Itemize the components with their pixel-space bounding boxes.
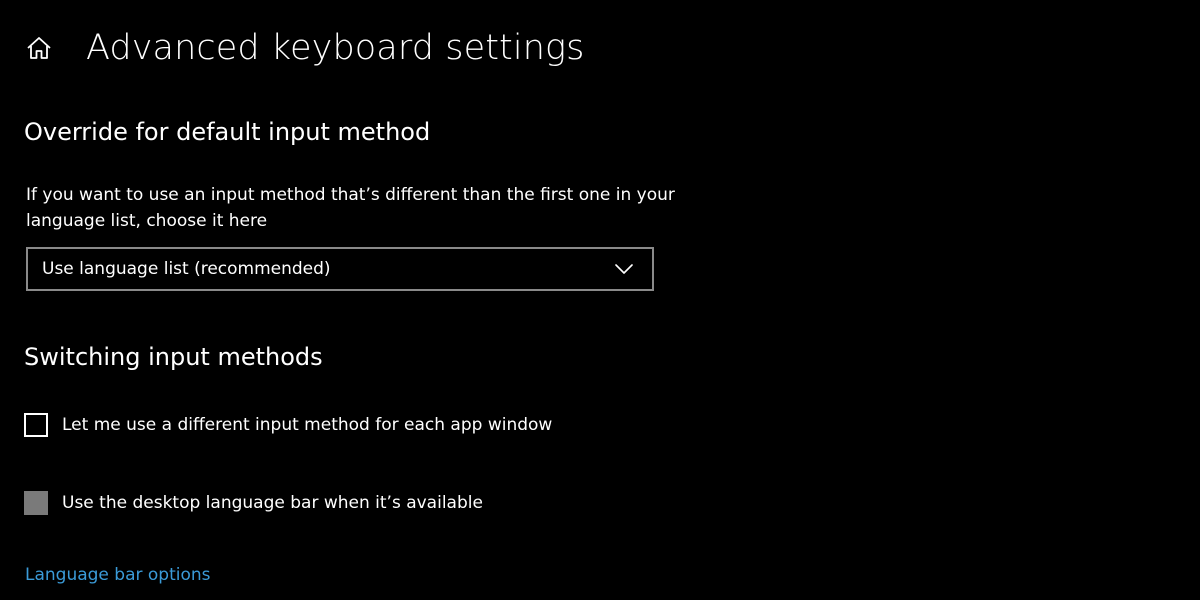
language-bar-options-link[interactable]: Language bar options (25, 565, 211, 585)
override-description: If you want to use an input method that’… (26, 185, 675, 231)
page-title: Advanced keyboard settings (86, 28, 585, 68)
section-title-override: Override for default input method (24, 118, 431, 146)
per-app-input-method-option[interactable]: Let me use a different input method for … (24, 413, 552, 437)
dropdown-selected-value: Use language list (recommended) (42, 259, 331, 279)
input-method-dropdown[interactable]: Use language list (recommended) (26, 247, 654, 291)
chevron-down-icon (614, 259, 634, 279)
desktop-language-bar-option: Use the desktop language bar when it’s a… (24, 491, 483, 515)
page-header: Advanced keyboard settings (24, 22, 584, 74)
per-app-input-method-checkbox[interactable] (24, 413, 48, 437)
settings-page: Advanced keyboard settings Override for … (0, 0, 1200, 600)
section-title-switching: Switching input methods (24, 343, 323, 371)
home-icon[interactable] (24, 33, 54, 63)
per-app-input-method-label: Let me use a different input method for … (62, 415, 553, 435)
desktop-language-bar-checkbox (24, 491, 48, 515)
desktop-language-bar-label: Use the desktop language bar when it’s a… (62, 493, 483, 513)
